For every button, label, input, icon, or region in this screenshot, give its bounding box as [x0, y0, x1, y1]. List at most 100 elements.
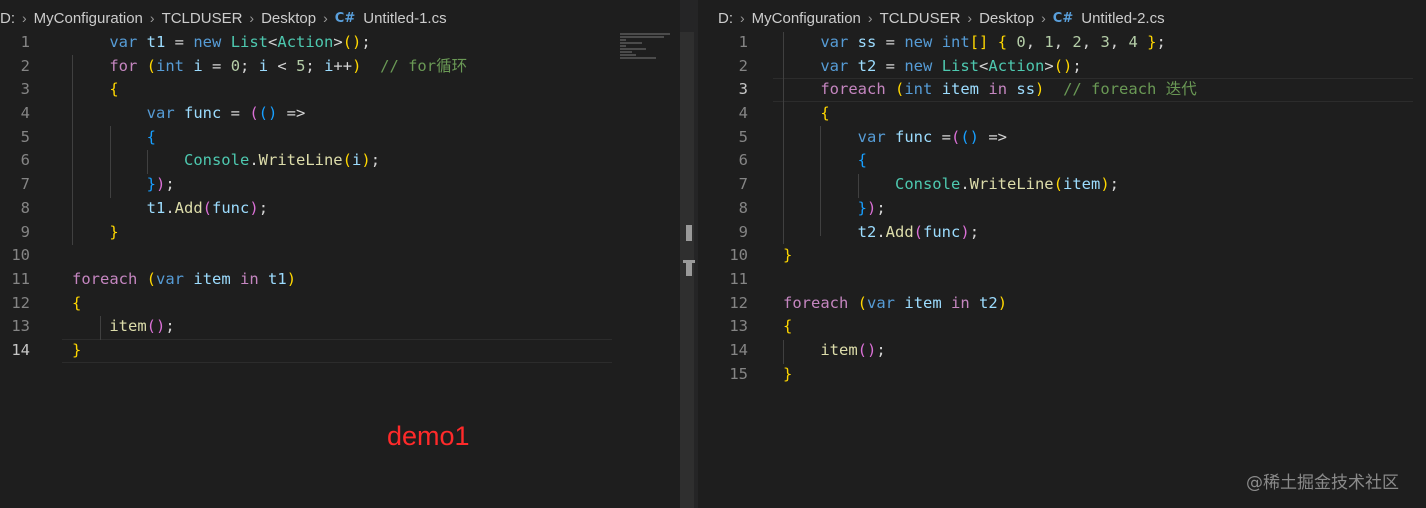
- code-token: {: [820, 104, 830, 123]
- indent-guide: [100, 316, 101, 340]
- breadcrumb-filename[interactable]: Untitled-2.cs: [1081, 10, 1164, 27]
- indent-guide: [820, 126, 821, 236]
- code-token: ): [960, 222, 970, 241]
- code-text[interactable]: {: [783, 102, 830, 126]
- code-token: ,: [1109, 33, 1129, 51]
- code-token: // for循环: [380, 56, 468, 75]
- line-number: 5: [738, 127, 748, 146]
- code-token: List: [230, 33, 269, 51]
- code-token: ): [997, 293, 1008, 312]
- breadcrumb-item-tclduser[interactable]: TCLDUSER: [162, 10, 243, 27]
- code-token: {: [109, 80, 119, 99]
- code-text[interactable]: {: [72, 78, 119, 102]
- code-token: int: [156, 56, 185, 75]
- editor-pane-left[interactable]: D: › MyConfiguration › TCLDUSER › Desktop › …: [0, 0, 680, 508]
- editor-splitter[interactable]: [680, 0, 698, 508]
- code-text[interactable]: var ss = new int[] { 0, 1, 2, 3, 4 };: [783, 31, 1166, 55]
- code-token: ;: [258, 198, 269, 217]
- code-token: 0: [1016, 33, 1026, 51]
- code-token: t1: [146, 33, 166, 51]
- code-text[interactable]: foreach (var item in t1): [72, 268, 296, 292]
- code-token: 3: [1100, 33, 1110, 51]
- code-text[interactable]: item();: [72, 315, 174, 339]
- line-number: 10: [729, 246, 748, 265]
- code-token: =: [221, 104, 250, 123]
- code-text[interactable]: t1.Add(func);: [72, 197, 268, 221]
- scrollbar-handle-icon[interactable]: [686, 225, 692, 241]
- code-text[interactable]: var t2 = new List<Action>();: [783, 55, 1081, 79]
- code-text[interactable]: foreach (var item in t2): [783, 292, 1007, 316]
- code-token: =>: [979, 127, 1008, 146]
- code-token: (: [249, 104, 259, 123]
- watermark: @稀土掘金技术社区: [1246, 473, 1399, 493]
- breadcrumb-item-desktop[interactable]: Desktop: [261, 10, 316, 27]
- code-text[interactable]: var func = (() =>: [72, 102, 306, 126]
- code-text[interactable]: item();: [783, 339, 886, 363]
- breadcrumb-item-tclduser[interactable]: TCLDUSER: [880, 10, 961, 27]
- code-text[interactable]: });: [72, 173, 175, 197]
- code-text[interactable]: }: [783, 363, 792, 387]
- code-text[interactable]: {: [783, 149, 867, 173]
- code-text[interactable]: }: [72, 221, 118, 245]
- code-token: (: [1053, 175, 1063, 194]
- minimap[interactable]: [620, 33, 678, 63]
- breadcrumb-item-drive[interactable]: D:: [718, 10, 733, 27]
- editor-pane-right[interactable]: D: › MyConfiguration › TCLDUSER › Desktop › …: [698, 0, 1426, 508]
- chevron-right-icon: ›: [1041, 10, 1046, 26]
- code-token: ;: [876, 340, 886, 359]
- code-text[interactable]: {: [783, 315, 792, 339]
- code-token: func: [895, 127, 933, 146]
- code-token: =: [932, 127, 951, 146]
- code-token: var: [109, 33, 138, 51]
- code-token: func: [212, 198, 250, 217]
- code-token: var: [156, 269, 185, 288]
- code-token: ): [1100, 175, 1110, 194]
- breadcrumb-item-myconfiguration[interactable]: MyConfiguration: [34, 10, 143, 27]
- code-token: item: [941, 80, 980, 99]
- chevron-right-icon: ›: [867, 10, 873, 26]
- code-token: foreach: [72, 269, 138, 288]
- code-token: =: [202, 56, 231, 75]
- code-text[interactable]: }: [72, 339, 81, 363]
- code-text[interactable]: }: [783, 244, 792, 268]
- code-text[interactable]: foreach (int item in ss) // foreach 迭代: [783, 78, 1196, 102]
- code-token: ): [867, 198, 877, 217]
- code-text[interactable]: {: [72, 292, 81, 316]
- code-token: in: [951, 293, 970, 312]
- code-text[interactable]: t2.Add(func);: [783, 221, 979, 245]
- line-number: 13: [729, 317, 748, 336]
- code-token: {: [72, 293, 82, 312]
- indent-guide: [783, 32, 784, 244]
- code-text[interactable]: var func =(() =>: [783, 126, 1007, 150]
- code-token: (): [258, 104, 278, 123]
- breadcrumb-item-drive[interactable]: D:: [0, 10, 15, 27]
- code-text[interactable]: for (int i = 0; i < 5; i++) // for循环: [72, 55, 467, 79]
- line-number: 6: [20, 151, 30, 170]
- code-token: item: [109, 317, 147, 336]
- code-text[interactable]: });: [783, 197, 886, 221]
- line-number: 8: [738, 198, 748, 217]
- line-number: 7: [20, 175, 30, 194]
- code-token: ++: [333, 56, 353, 75]
- code-text[interactable]: {: [72, 126, 156, 150]
- code-token: (): [960, 127, 980, 146]
- breadcrumb-filename[interactable]: Untitled-1.cs: [363, 10, 446, 27]
- current-line-highlight: [62, 338, 612, 363]
- code-text[interactable]: var t1 = new List<Action>();: [72, 31, 370, 55]
- code-text[interactable]: Console.WriteLine(item);: [783, 173, 1119, 197]
- breadcrumb-item-desktop[interactable]: Desktop: [979, 10, 1034, 27]
- chevron-right-icon: ›: [740, 10, 745, 26]
- breadcrumb-item-myconfiguration[interactable]: MyConfiguration: [752, 10, 861, 27]
- scrollbar-handle-icon[interactable]: [683, 260, 695, 276]
- code-text[interactable]: Console.WriteLine(i);: [72, 149, 380, 173]
